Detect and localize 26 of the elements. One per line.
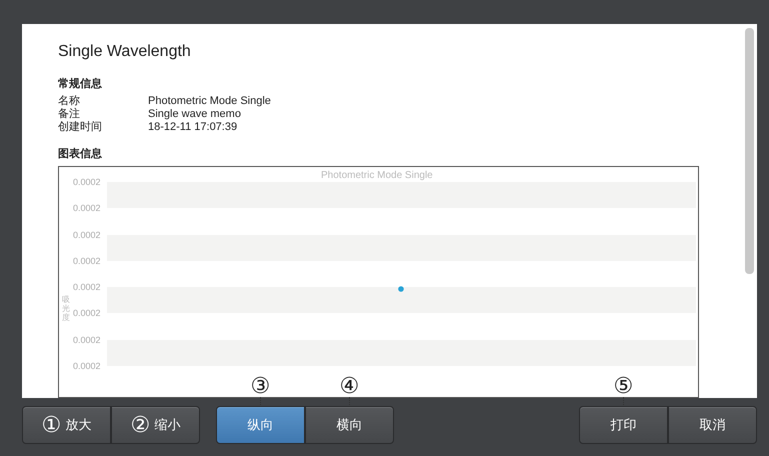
y-tick-label: 0.0002 [73, 203, 102, 214]
scrollbar-thumb[interactable] [745, 28, 754, 274]
field-value: Photometric Mode Single [148, 94, 271, 108]
field-label: 备注 [58, 108, 81, 120]
y-axis-label: 吸光度 [62, 295, 71, 322]
y-tick-label: 0.0002 [73, 361, 102, 372]
field-label: 名称 [58, 94, 81, 108]
section-heading: 常规信息 [58, 76, 103, 92]
section-heading: 图表信息 [58, 146, 103, 162]
chart-title: Photometric Mode Single [321, 169, 433, 183]
field-label: 创建时间 [58, 120, 103, 134]
y-tick-label: 0.0002 [73, 256, 102, 266]
toolbar-button[interactable]: 取消 [668, 406, 757, 444]
y-tick-label: 0.0002 [73, 334, 102, 345]
y-tick-label: 0.0002 [73, 308, 102, 318]
callout-number: ① [42, 414, 62, 436]
data-point [398, 286, 404, 292]
y-tick-label: 0.0002 [73, 177, 102, 187]
toolbar-button[interactable]: ② 缩小 [111, 406, 200, 444]
report-title: Single Wavelength [58, 42, 192, 62]
y-tick-label: 0.0002 [73, 230, 102, 240]
y-tick-label: 0.0002 [73, 282, 102, 292]
callout-number: ② [130, 414, 150, 436]
toolbar-button[interactable]: ① 放大 [22, 406, 111, 444]
field-value: 18-12-11 17:07:39 [148, 120, 238, 134]
field-value: Single wave memo [148, 108, 241, 120]
